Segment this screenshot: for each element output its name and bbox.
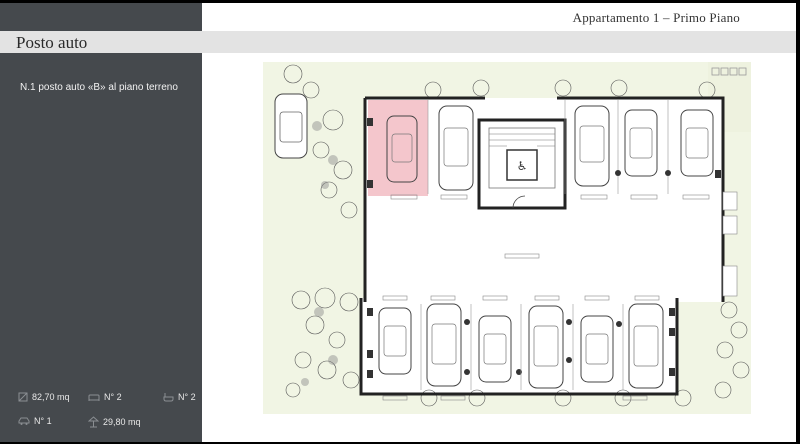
car-icon xyxy=(18,417,30,425)
stat-terrace: 29,80 mq xyxy=(88,416,141,428)
terrace-icon xyxy=(88,416,99,428)
right-border xyxy=(796,0,800,444)
bath-icon xyxy=(163,393,174,402)
section-title: Posto auto xyxy=(16,33,88,52)
outside-car xyxy=(274,93,308,159)
rooms-icon xyxy=(88,394,100,401)
stat-terrace-value: 29,80 mq xyxy=(103,417,141,427)
stat-car-value: N° 1 xyxy=(34,416,52,426)
stat-bath: N° 2 xyxy=(163,392,196,402)
page-title: Appartamento 1 – Primo Piano xyxy=(572,10,740,25)
stat-rooms: N° 2 xyxy=(88,392,122,402)
floor-plan: ♿ xyxy=(263,62,751,414)
parking-description: N.1 posto auto «B» al piano terreno xyxy=(20,82,178,93)
stat-rooms-value: N° 2 xyxy=(104,392,122,402)
stat-area: 82,70 mq xyxy=(18,392,70,402)
sidebar xyxy=(0,3,202,442)
stair-core: ♿ xyxy=(477,118,567,210)
area-icon xyxy=(18,392,28,402)
stat-area-value: 82,70 mq xyxy=(32,392,70,402)
stat-car: N° 1 xyxy=(18,416,52,426)
section-header-band xyxy=(0,31,796,53)
stat-bath-value: N° 2 xyxy=(178,392,196,402)
svg-text:♿: ♿ xyxy=(517,159,528,173)
